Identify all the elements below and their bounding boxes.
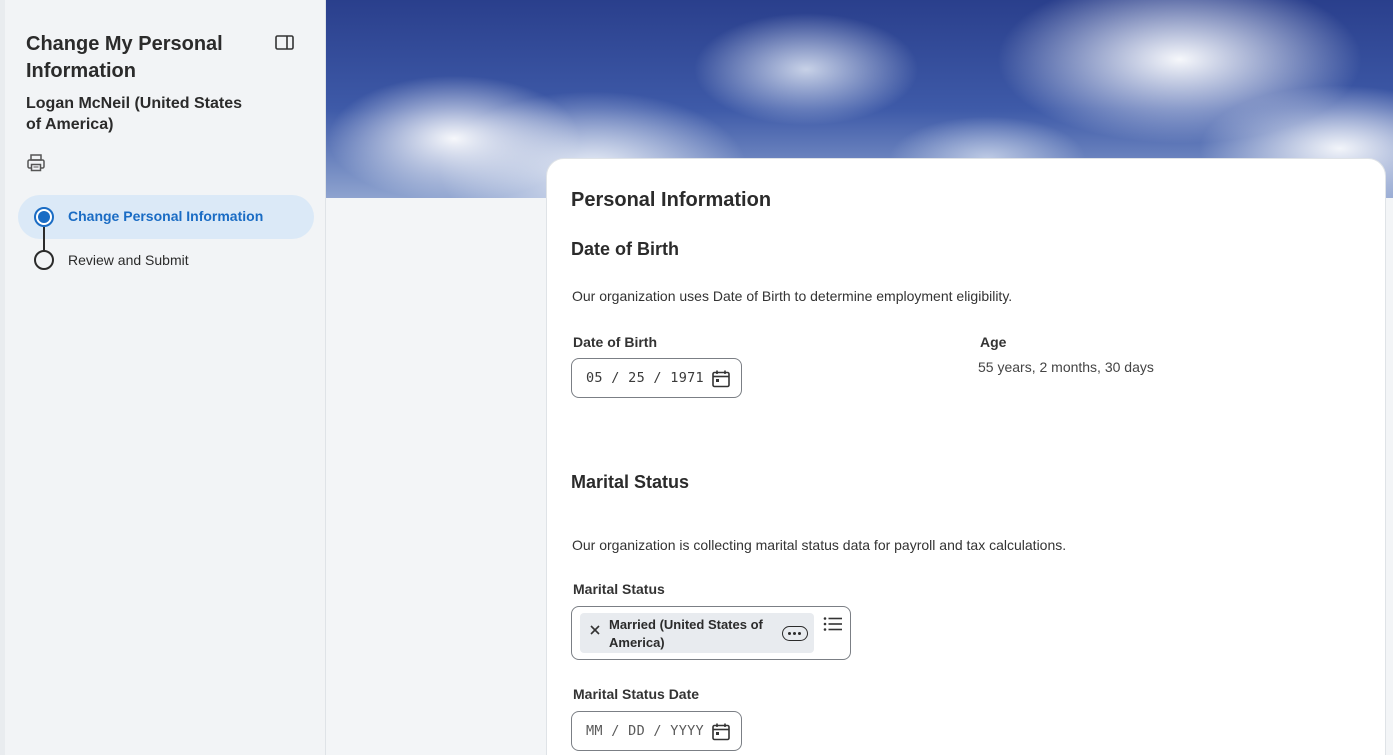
dob-section-title: Date of Birth <box>571 239 679 259</box>
age-label: Age <box>980 334 1007 350</box>
list-icon[interactable] <box>823 616 843 632</box>
dob-field-label: Date of Birth <box>573 334 657 350</box>
marital-status-input[interactable]: Married (United States of America) <box>571 606 851 660</box>
selected-marital-status: Married (United States of America) <box>609 617 763 650</box>
marital-status-date-input[interactable]: MM / DD / YYYY <box>571 711 742 751</box>
calendar-icon[interactable] <box>711 722 731 742</box>
dob-date-input[interactable]: 05 / 25 / 1971 <box>571 358 742 398</box>
more-options-icon[interactable] <box>782 626 808 641</box>
panel-toggle-icon[interactable] <box>275 34 295 52</box>
marital-status-label: Marital Status <box>573 581 665 597</box>
selected-marital-status-pill: Married (United States of America) <box>580 613 814 653</box>
date-placeholder: MM / DD / YYYY <box>586 723 704 739</box>
step-indicator-icon <box>34 250 54 270</box>
page-title: Change My Personal Information <box>26 33 223 82</box>
step-label: Change Personal Information <box>68 208 264 224</box>
age-value: 55 years, 2 months, 30 days <box>978 359 1154 375</box>
step-active-indicator-icon <box>34 207 54 227</box>
worker-name: Logan McNeil (United States of America) <box>26 95 243 133</box>
marital-description: Our organization is collecting marital s… <box>572 537 1067 553</box>
dob-value: 05 / 25 / 1971 <box>586 370 704 386</box>
marital-status-date-label: Marital Status Date <box>573 686 700 702</box>
personal-information-card: Personal Information Date of Birth Our o… <box>546 158 1386 755</box>
card-title: Personal Information <box>571 189 772 211</box>
step-label: Review and Submit <box>68 252 189 268</box>
step-change-personal-information[interactable]: Change Personal Information <box>18 195 314 239</box>
calendar-icon[interactable] <box>711 369 731 389</box>
close-icon[interactable] <box>589 624 601 636</box>
sidebar: Change My Personal Information Logan McN… <box>0 0 326 755</box>
marital-section-title: Marital Status <box>571 472 690 492</box>
print-icon[interactable] <box>25 152 47 174</box>
step-review-and-submit[interactable]: Review and Submit <box>18 242 314 278</box>
dob-description: Our organization uses Date of Birth to d… <box>572 288 1013 304</box>
